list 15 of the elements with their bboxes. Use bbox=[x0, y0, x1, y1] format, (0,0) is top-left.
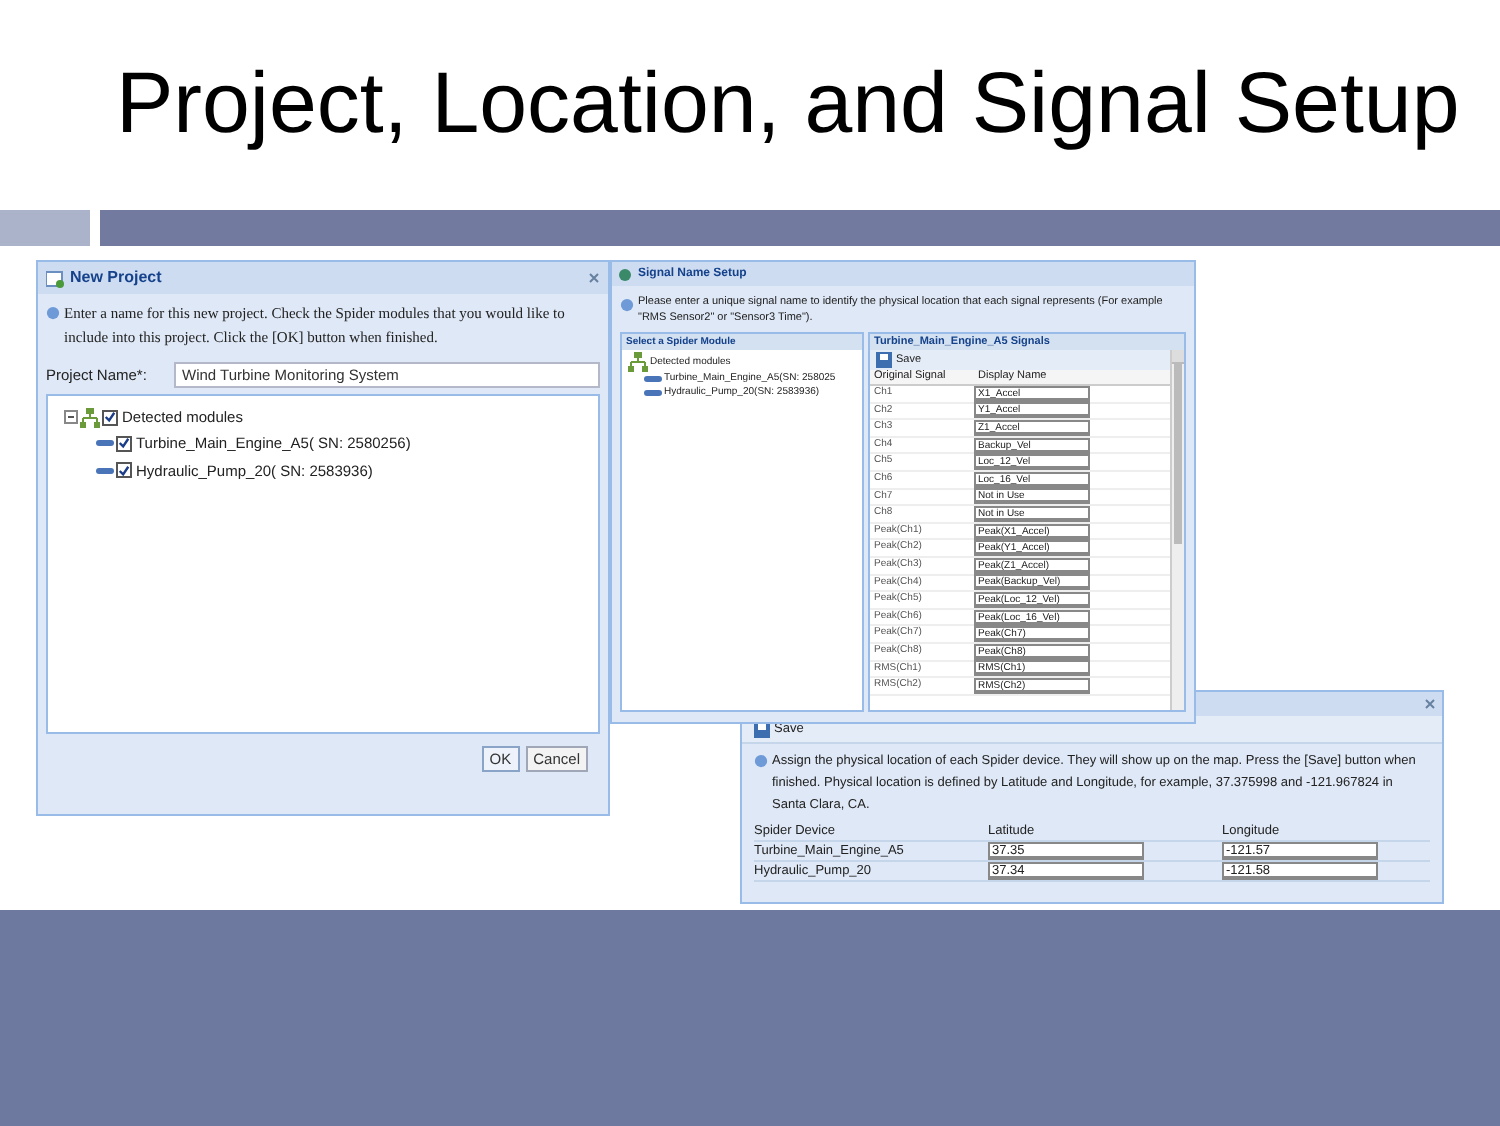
close-icon[interactable] bbox=[588, 272, 600, 284]
info-icon bbox=[46, 306, 60, 320]
info-icon bbox=[620, 298, 634, 312]
window-title: New Project bbox=[70, 266, 162, 290]
checkbox[interactable] bbox=[116, 462, 132, 479]
close-icon[interactable] bbox=[1424, 698, 1436, 710]
project-icon bbox=[46, 269, 64, 287]
checkbox[interactable] bbox=[116, 435, 132, 452]
slide-title: Project, Location, and Signal Setup bbox=[116, 62, 1460, 148]
network-icon bbox=[628, 352, 648, 372]
network-icon bbox=[80, 407, 100, 428]
checkbox[interactable] bbox=[102, 409, 118, 426]
collapse-icon[interactable] bbox=[64, 410, 78, 425]
signal-icon bbox=[618, 267, 632, 281]
info-icon bbox=[754, 754, 768, 768]
